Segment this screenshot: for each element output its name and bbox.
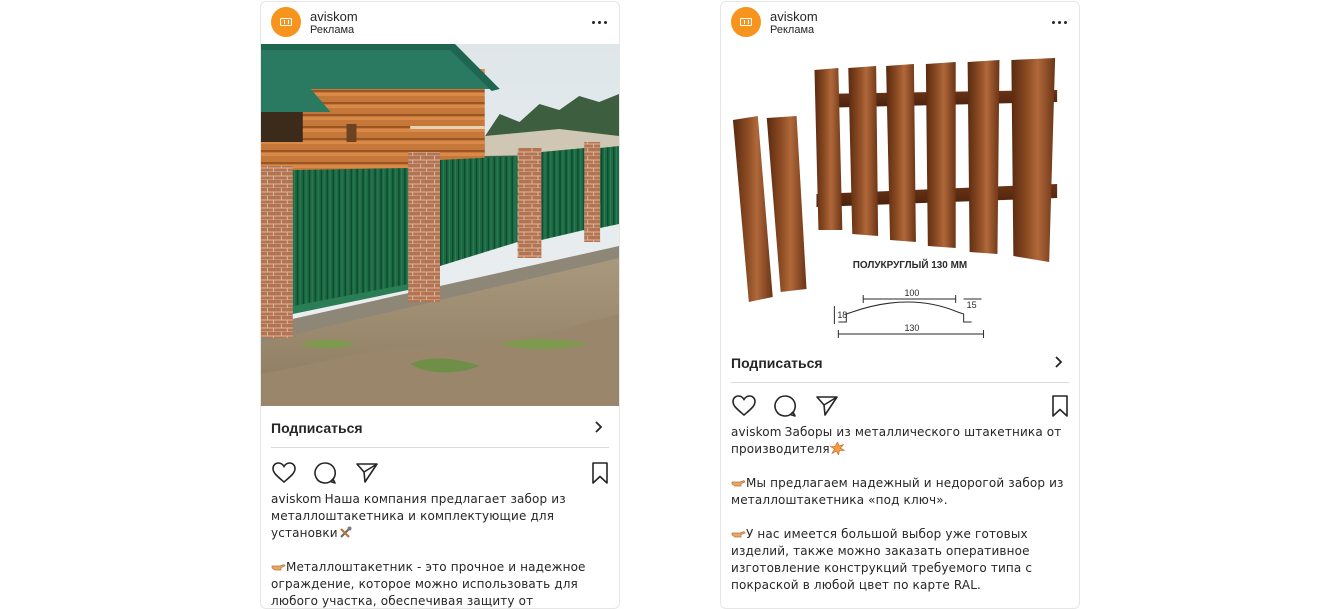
dimension-top: 100 (904, 288, 919, 298)
aviskom-logo-icon (280, 18, 292, 26)
subscribe-label[interactable]: Подписаться (271, 420, 363, 436)
share-icon[interactable] (354, 460, 380, 486)
comment-icon[interactable] (772, 393, 798, 419)
bookmark-icon[interactable] (587, 460, 613, 486)
avatar[interactable] (271, 7, 301, 37)
subscribe-label[interactable]: Подписаться (731, 355, 823, 371)
post-username[interactable]: aviskom (770, 9, 818, 24)
post-header: aviskom Реклама (721, 2, 1079, 44)
chevron-right-icon[interactable] (1053, 356, 1065, 368)
caption-text: У нас имеется большой выбор уже готовых … (731, 527, 1033, 592)
diagram-title: ПОЛУКРУГЛЫЙ 130 ММ (853, 259, 967, 271)
ad-post-2: aviskom Реклама ПОЛУКРУГЛЫЙ 130 ММ 100 1… (720, 1, 1080, 609)
dimension-right: 15 (967, 300, 977, 310)
caption-text: Металлоштакетник - это прочное и надежно… (271, 560, 586, 608)
heart-icon[interactable] (271, 460, 297, 486)
sponsored-label: Реклама (770, 24, 815, 36)
collision-emoji (829, 442, 845, 455)
sponsored-label: Реклама (310, 24, 355, 36)
chevron-right-icon[interactable] (593, 421, 605, 433)
heart-icon[interactable] (731, 393, 757, 419)
subscribe-cta[interactable]: Подписаться (271, 407, 609, 448)
pointing-hand-emoji (731, 480, 746, 487)
action-bar (721, 387, 1079, 423)
comment-icon[interactable] (312, 460, 338, 486)
dimension-bottom: 130 (904, 323, 919, 333)
bookmark-icon[interactable] (1047, 393, 1073, 419)
subscribe-cta[interactable]: Подписаться (731, 342, 1069, 383)
post-caption: aviskom Заборы из металлического штакетни… (731, 424, 1065, 608)
pointing-hand-emoji (271, 564, 286, 571)
post-caption: aviskom Наша компания предлагает забор из… (271, 491, 605, 608)
aviskom-logo-icon (740, 18, 752, 26)
dimension-left: 18 (837, 310, 847, 320)
caption-username[interactable]: aviskom (271, 492, 322, 506)
fence-photo (261, 44, 619, 406)
share-icon[interactable] (814, 393, 840, 419)
more-dots-icon[interactable] (1052, 16, 1068, 30)
picket-product-image: ПОЛУКРУГЛЫЙ 130 ММ 100 15 18 130 (721, 44, 1079, 342)
avatar[interactable] (731, 7, 761, 37)
more-dots-icon[interactable] (592, 16, 608, 30)
post-header: aviskom Реклама (261, 2, 619, 44)
action-bar (261, 454, 619, 490)
tools-emoji (339, 526, 352, 538)
pointing-hand-emoji (731, 531, 746, 538)
caption-username[interactable]: aviskom (731, 425, 782, 439)
caption-text: Мы предлагаем надежный и недорогой забор… (731, 476, 1064, 507)
post-username[interactable]: aviskom (310, 9, 358, 24)
ad-post-1: aviskom Реклама Подписаться aviskom Наша… (260, 1, 620, 609)
